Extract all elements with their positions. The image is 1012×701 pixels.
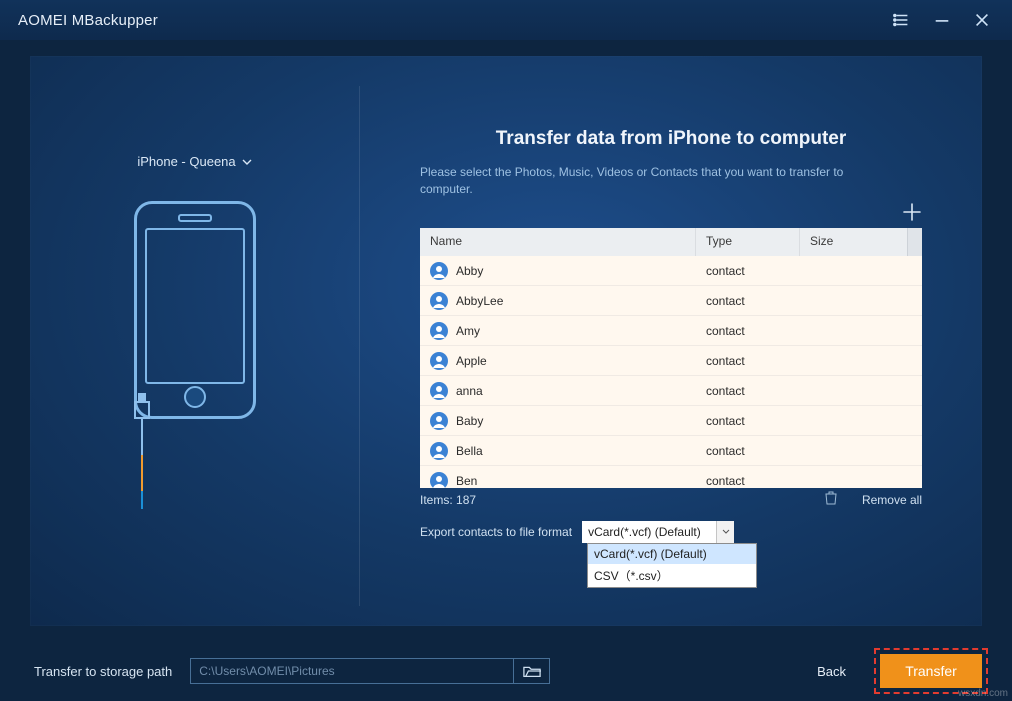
table-row[interactable]: AbbyLee contact	[420, 286, 922, 316]
cell-size	[800, 475, 922, 487]
items-count: 187	[456, 493, 476, 507]
table-row[interactable]: Abby contact	[420, 256, 922, 286]
contact-icon	[430, 292, 448, 310]
export-option-vcard[interactable]: vCard(*.vcf) (Default)	[588, 544, 756, 564]
trash-icon[interactable]	[824, 491, 838, 508]
data-grid: Name Type Size Abby contact AbbyLee contact…	[420, 228, 922, 488]
cell-type: contact	[696, 378, 800, 404]
export-format-value: vCard(*.vcf) (Default)	[588, 525, 701, 539]
cell-name: Ben	[456, 474, 477, 488]
table-row[interactable]: Bella contact	[420, 436, 922, 466]
cell-type: contact	[696, 348, 800, 374]
main-panel: iPhone - Queena Transfer data from iPhon…	[30, 56, 982, 626]
left-column: iPhone - Queena	[30, 86, 360, 606]
cell-name: anna	[456, 384, 483, 398]
device-label: iPhone - Queena	[137, 154, 235, 169]
cell-size	[800, 295, 922, 307]
remove-all-link[interactable]: Remove all	[862, 493, 922, 507]
cell-type: contact	[696, 408, 800, 434]
add-button[interactable]	[902, 202, 922, 227]
minimize-icon[interactable]	[922, 0, 962, 40]
watermark: wsxdn.com	[958, 688, 1008, 699]
export-option-csv[interactable]: CSV（*.csv）	[588, 564, 756, 587]
storage-path-box	[190, 658, 550, 684]
footer: Transfer to storage path Back Transfer	[0, 641, 1012, 701]
table-row[interactable]: Ben contact	[420, 466, 922, 488]
contact-icon	[430, 322, 448, 340]
cell-size	[800, 415, 922, 427]
menu-list-icon[interactable]	[882, 0, 922, 40]
app-title: AOMEI MBackupper	[18, 12, 882, 29]
chevron-down-icon	[242, 157, 252, 167]
page-title: Transfer data from iPhone to computer	[420, 128, 922, 150]
contact-icon	[430, 472, 448, 489]
scrollbar-stub	[907, 228, 922, 256]
cell-name: Amy	[456, 324, 480, 338]
export-format-dropdown[interactable]: vCard(*.vcf) (Default) CSV（*.csv）	[587, 543, 757, 588]
cell-name: Baby	[456, 414, 483, 428]
device-selector[interactable]: iPhone - Queena	[137, 154, 251, 169]
cell-size	[800, 355, 922, 367]
cell-name: Apple	[456, 354, 487, 368]
items-label: Items:	[420, 493, 453, 507]
cell-size	[800, 385, 922, 397]
close-icon[interactable]	[962, 0, 1002, 40]
plus-icon	[902, 202, 922, 222]
cell-size	[800, 265, 922, 277]
grid-header: Name Type Size	[420, 228, 922, 256]
cell-type: contact	[696, 438, 800, 464]
browse-button[interactable]	[513, 658, 549, 684]
cell-type: contact	[696, 318, 800, 344]
transfer-button[interactable]: Transfer	[880, 654, 982, 688]
storage-path-input[interactable]	[191, 664, 513, 678]
folder-open-icon	[523, 664, 541, 678]
cell-type: contact	[696, 258, 800, 284]
contact-icon	[430, 262, 448, 280]
items-row: Items: 187 Remove all	[420, 491, 922, 508]
cell-size	[800, 445, 922, 457]
cell-type: contact	[696, 468, 800, 489]
cell-size	[800, 325, 922, 337]
titlebar: AOMEI MBackupper	[0, 0, 1012, 40]
table-row[interactable]: Baby contact	[420, 406, 922, 436]
storage-path-label: Transfer to storage path	[34, 664, 172, 679]
contact-icon	[430, 442, 448, 460]
cell-type: contact	[696, 288, 800, 314]
contact-icon	[430, 382, 448, 400]
table-row[interactable]: Apple contact	[420, 346, 922, 376]
back-button[interactable]: Back	[817, 664, 846, 679]
grid-body[interactable]: AbbycontactAbbyLeecontactAmycontactApple…	[420, 256, 922, 488]
export-row: Export contacts to file format vCard(*.v…	[420, 521, 734, 543]
export-format-select[interactable]: vCard(*.vcf) (Default)	[582, 521, 734, 543]
page-subtitle: Please select the Photos, Music, Videos …	[420, 164, 850, 198]
table-row[interactable]: anna contact	[420, 376, 922, 406]
cell-name: Bella	[456, 444, 483, 458]
phone-illustration	[134, 201, 256, 503]
cell-name: AbbyLee	[456, 294, 503, 308]
export-label: Export contacts to file format	[420, 525, 572, 539]
right-column: Transfer data from iPhone to computer Pl…	[420, 86, 922, 606]
col-name[interactable]: Name	[420, 228, 696, 256]
col-type[interactable]: Type	[696, 228, 800, 256]
col-size[interactable]: Size	[800, 228, 907, 256]
cell-name: Abby	[456, 264, 483, 278]
chevron-down-icon	[716, 521, 734, 543]
contact-icon	[430, 412, 448, 430]
table-row[interactable]: Amy contact	[420, 316, 922, 346]
contact-icon	[430, 352, 448, 370]
